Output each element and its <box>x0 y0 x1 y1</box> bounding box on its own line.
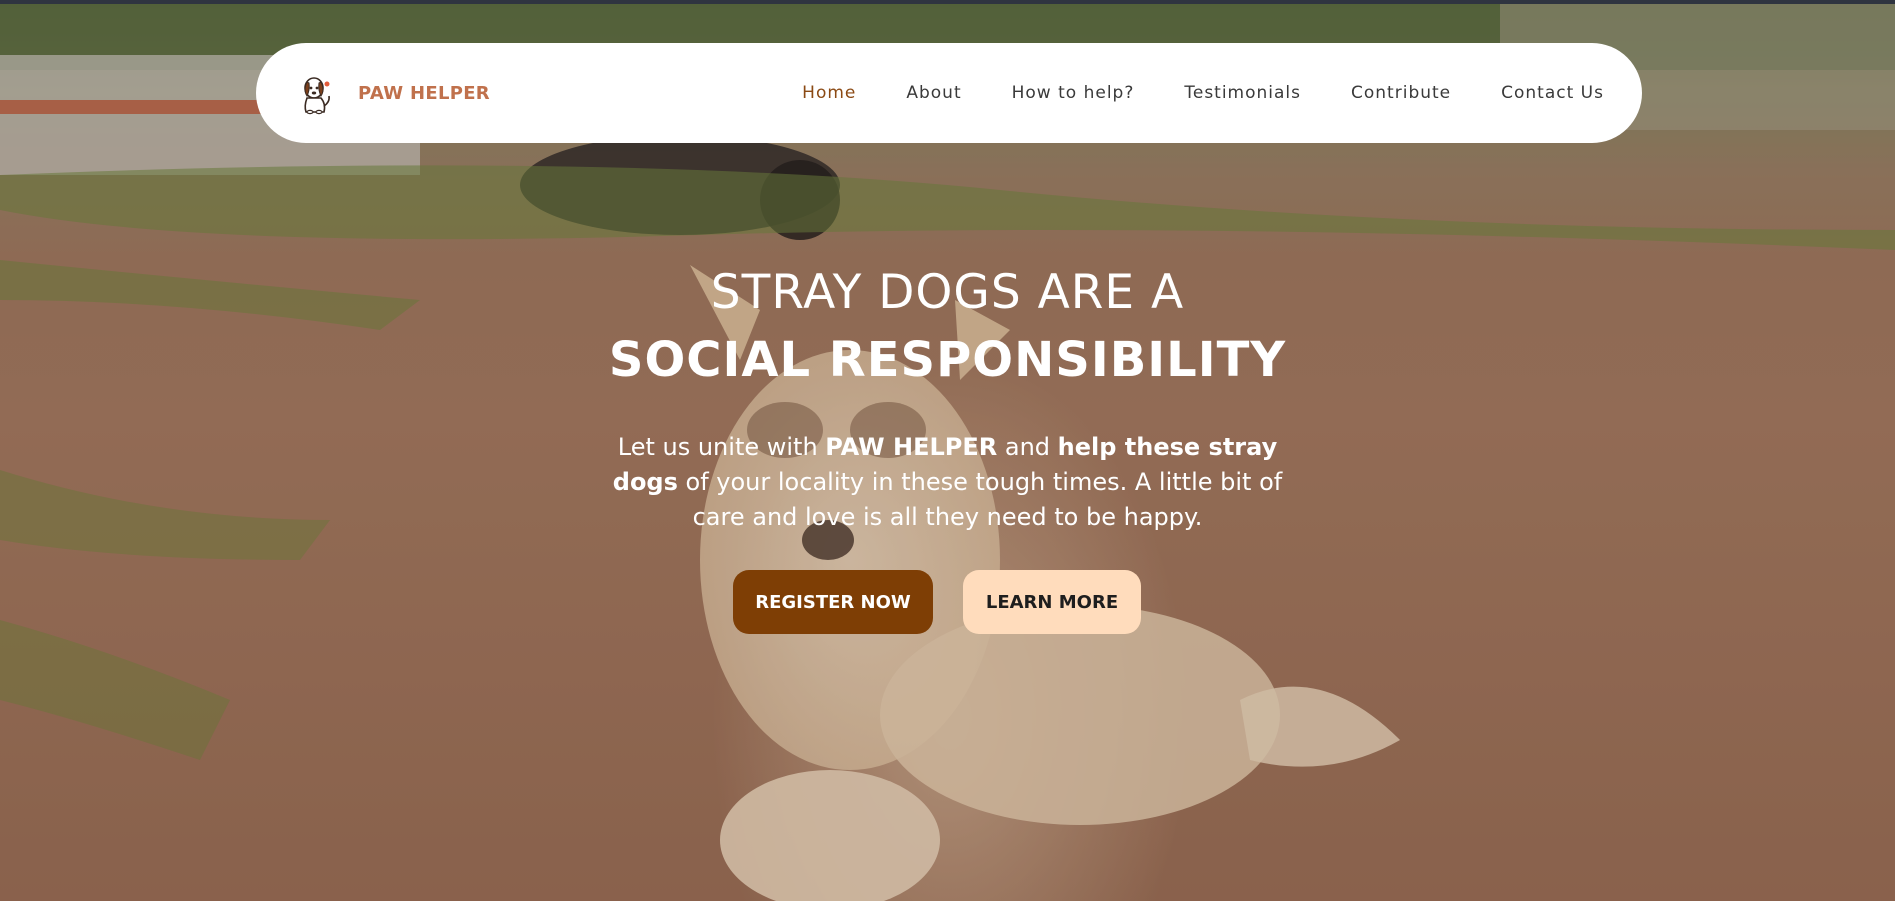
nav-about[interactable]: About <box>906 83 961 103</box>
puppy-logo-icon <box>304 77 330 115</box>
learn-more-button[interactable]: LEARN MORE <box>963 570 1141 634</box>
hero-description: Let us unite with PAW HELPER and help th… <box>610 430 1285 535</box>
hero-description-text: and <box>997 433 1058 461</box>
hero-description-text: Let us unite with <box>617 433 826 461</box>
hero-description-brand: PAW HELPER <box>825 433 998 461</box>
nav-home[interactable]: Home <box>802 83 856 103</box>
register-now-button[interactable]: REGISTER NOW <box>733 570 933 634</box>
nav-testimonials[interactable]: Testimonials <box>1184 83 1301 103</box>
browser-top-edge <box>0 0 1895 4</box>
hero-headline-line1: STRAY DOGS ARE A <box>710 265 1185 320</box>
brand[interactable]: PAW HELPER <box>294 68 490 118</box>
nav-how-to-help[interactable]: How to help? <box>1012 83 1135 103</box>
hero-description-text: of your locality in these tough times. A… <box>677 468 1283 531</box>
navbar: PAW HELPER Home About How to help? Testi… <box>256 43 1642 143</box>
nav-contribute[interactable]: Contribute <box>1351 83 1451 103</box>
nav-contact-us[interactable]: Contact Us <box>1501 83 1604 103</box>
brand-name: PAW HELPER <box>358 82 490 104</box>
main-nav: Home About How to help? Testimonials Con… <box>802 83 1604 103</box>
hero-headline-line2: SOCIAL RESPONSIBILITY <box>608 332 1287 388</box>
